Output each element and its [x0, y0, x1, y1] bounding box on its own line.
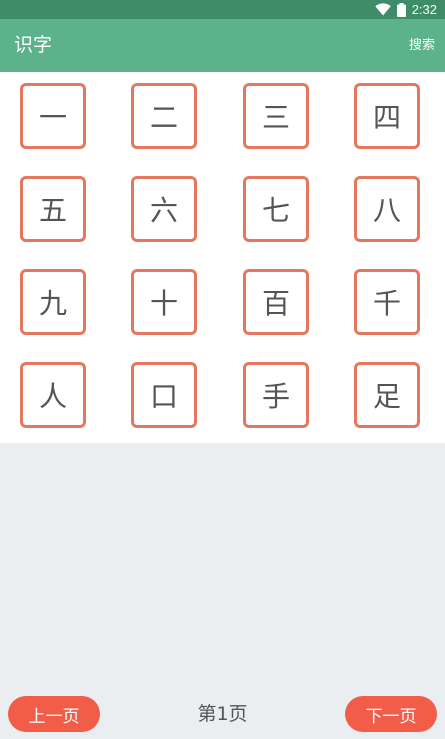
character-card[interactable]: 人 — [20, 362, 86, 428]
character-card[interactable]: 七 — [243, 176, 309, 242]
character-card[interactable]: 三 — [243, 83, 309, 149]
character-card[interactable]: 一 — [20, 83, 86, 149]
character-card[interactable]: 百 — [243, 269, 309, 335]
character-grid: 一 二 三 四 五 六 七 八 九 十 百 千 人 口 手 足 — [0, 72, 445, 443]
app-bar: 识字 搜索 — [0, 19, 445, 72]
character-card[interactable]: 八 — [354, 176, 420, 242]
character-card[interactable]: 六 — [131, 176, 197, 242]
wifi-icon — [374, 3, 391, 16]
character-card[interactable]: 五 — [20, 176, 86, 242]
character-card[interactable]: 二 — [131, 83, 197, 149]
character-card[interactable]: 十 — [131, 269, 197, 335]
character-card[interactable]: 九 — [20, 269, 86, 335]
character-card[interactable]: 四 — [354, 83, 420, 149]
character-card[interactable]: 千 — [354, 269, 420, 335]
battery-icon — [396, 2, 406, 17]
character-card[interactable]: 口 — [131, 362, 197, 428]
character-card[interactable]: 足 — [354, 362, 420, 428]
character-card[interactable]: 手 — [243, 362, 309, 428]
next-page-button[interactable]: 下一页 — [345, 696, 437, 732]
status-icons: 2:32 — [374, 0, 437, 19]
status-clock: 2:32 — [411, 2, 437, 17]
search-button[interactable]: 搜索 — [409, 19, 435, 72]
prev-page-button[interactable]: 上一页 — [8, 696, 100, 732]
status-bar: 2:32 — [0, 0, 445, 19]
page-title: 识字 — [14, 34, 53, 56]
